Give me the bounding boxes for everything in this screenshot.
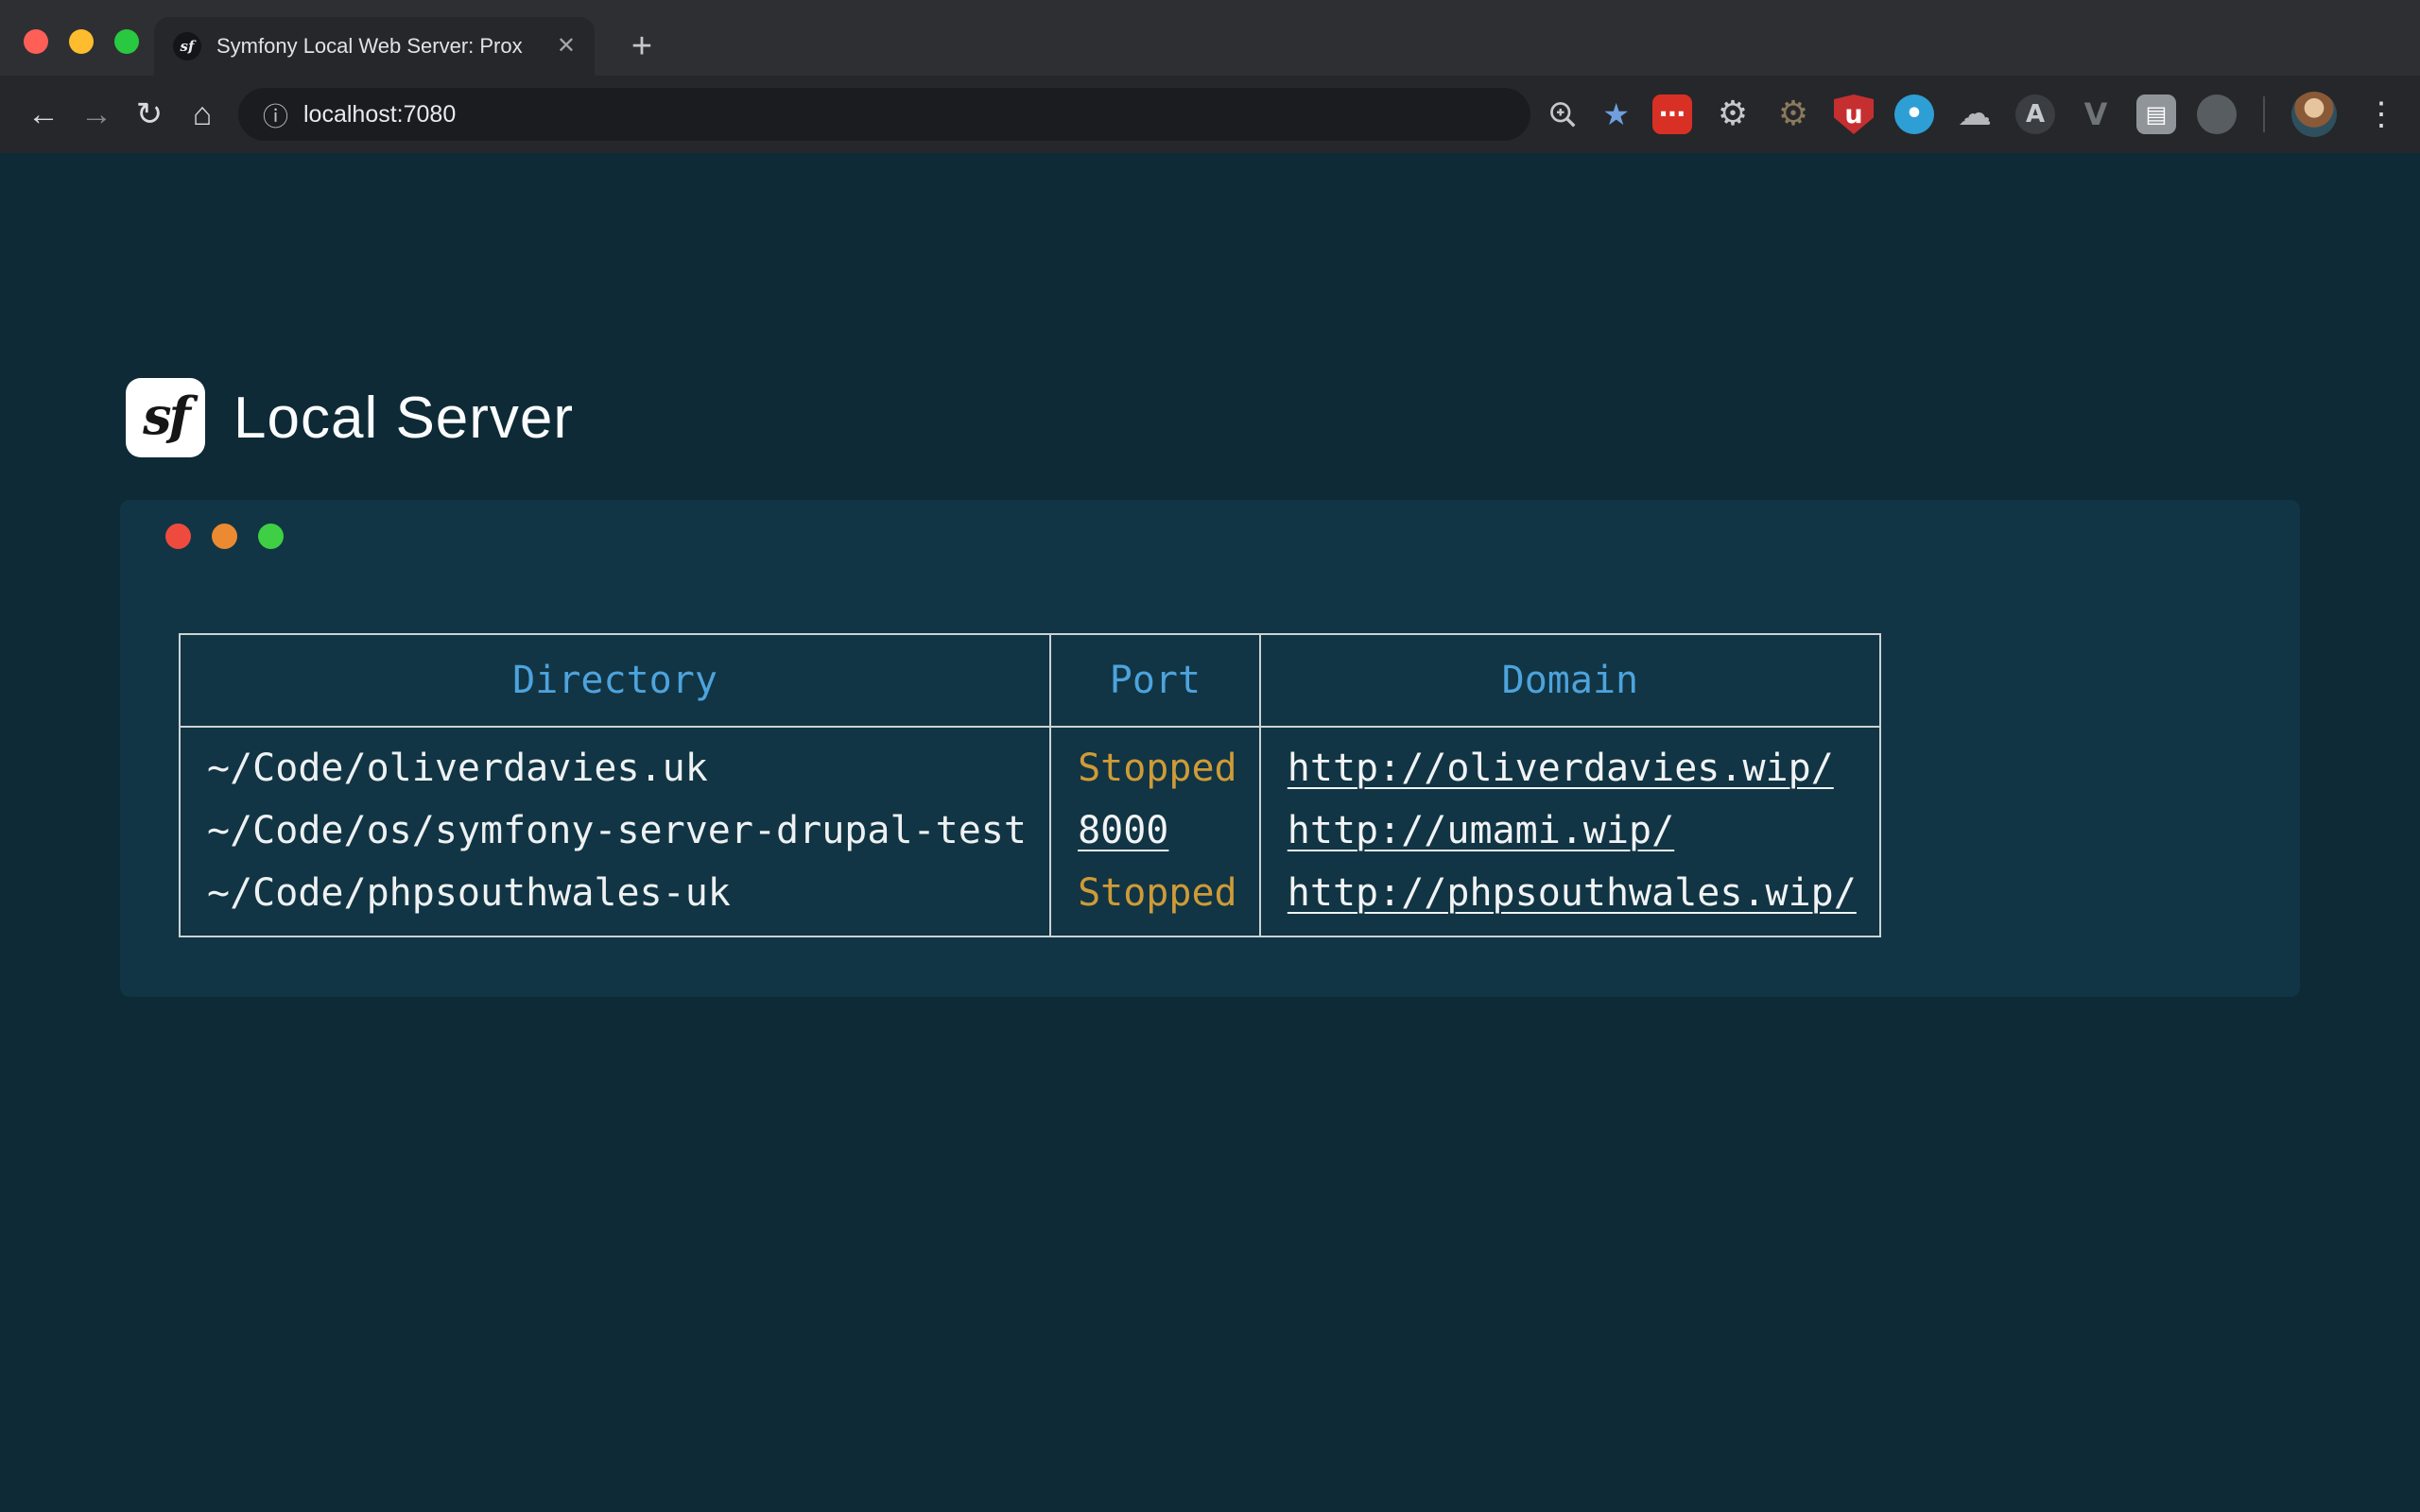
directory-cell: ~/Code/phpsouthwales-uk: [180, 862, 1050, 936]
domain-link[interactable]: http://phpsouthwales.wip/: [1288, 871, 1857, 915]
port-link[interactable]: 8000: [1078, 809, 1168, 852]
table-body: ~/Code/oliverdavies.uk Stopped http://oliv…: [180, 727, 1880, 936]
port-cell: Stopped: [1050, 727, 1260, 799]
traffic-light-zoom[interactable]: [114, 29, 139, 54]
page-content: sf Local Server DirectoryPortDomain ~/Co…: [0, 153, 2420, 1512]
panel-dot-green: [258, 524, 284, 549]
tab-favicon-icon: sf: [173, 32, 201, 60]
address-bar[interactable]: ⓘ localhost:7080: [238, 88, 1530, 141]
server-row: ~/Code/oliverdavies.uk Stopped http://oliv…: [180, 727, 1880, 799]
column-header-domain: Domain: [1260, 634, 1880, 727]
domain-cell: http://oliverdavies.wip/: [1260, 727, 1880, 799]
tab-title: Symfony Local Web Server: Prox: [216, 34, 542, 59]
traffic-light-close[interactable]: [24, 29, 48, 54]
bookmark-star-icon[interactable]: ★: [1602, 99, 1630, 129]
directory-cell: ~/Code/os/symfony-server-drupal-test: [180, 799, 1050, 862]
traffic-light-minimize[interactable]: [69, 29, 94, 54]
panel-dots: [165, 524, 284, 549]
panel-dot-orange: [212, 524, 237, 549]
extension-gear-dark-icon[interactable]: ⚙: [1773, 94, 1813, 134]
extension-cloud-icon[interactable]: ☁: [1955, 94, 1995, 134]
extension-blue-circle-icon[interactable]: •: [1894, 94, 1934, 134]
toolbar-separator: [2263, 96, 2265, 132]
profile-avatar[interactable]: [2291, 92, 2337, 137]
zoom-icon[interactable]: [1546, 97, 1580, 131]
url-text: localhost:7080: [303, 101, 456, 129]
toolbar-right-cluster: ★ ⋯ ⚙ ⚙ u • ☁ AV ▤ ⋮: [1546, 92, 2403, 137]
new-tab-button[interactable]: +: [616, 21, 667, 72]
extension-gray-badge-icon[interactable]: ▤: [2136, 94, 2176, 134]
servers-table: DirectoryPortDomain ~/Code/oliverdavies.…: [179, 633, 1881, 937]
brand-header: sf Local Server: [126, 378, 574, 457]
server-row: ~/Code/os/symfony-server-drupal-test 8000…: [180, 799, 1880, 862]
column-header-port: Port: [1050, 634, 1260, 727]
column-header-directory: Directory: [180, 634, 1050, 727]
server-panel: DirectoryPortDomain ~/Code/oliverdavies.…: [120, 500, 2300, 997]
table-header-row: DirectoryPortDomain: [180, 634, 1880, 727]
extensions-area: ⋯ ⚙ ⚙ u • ☁ AV ▤: [1652, 94, 2237, 134]
server-row: ~/Code/phpsouthwales-uk Stopped http://php…: [180, 862, 1880, 936]
panel-dot-red: [165, 524, 191, 549]
servers-table-wrap: DirectoryPortDomain ~/Code/oliverdavies.…: [179, 633, 1881, 937]
symfony-logo: sf: [126, 378, 205, 457]
domain-link[interactable]: http://oliverdavies.wip/: [1288, 747, 1834, 790]
port-status-stopped: Stopped: [1078, 871, 1237, 915]
extension-gear-light-icon[interactable]: ⚙: [1713, 94, 1753, 134]
home-button[interactable]: ⌂: [176, 88, 229, 141]
browser-toolbar: ← → ↻ ⌂ ⓘ localhost:7080 ★ ⋯ ⚙ ⚙ u • ☁ AV ▤ ⋮: [0, 76, 2420, 153]
browser-tab[interactable]: sf Symfony Local Web Server: Prox ✕: [154, 17, 595, 76]
extension-v-icon[interactable]: V: [2076, 94, 2116, 134]
extension-red-menu-icon[interactable]: ⋯: [1652, 94, 1692, 134]
site-info-icon[interactable]: ⓘ: [263, 96, 288, 133]
extension-octocat-icon[interactable]: [2197, 94, 2237, 134]
domain-link[interactable]: http://umami.wip/: [1288, 809, 1674, 852]
tab-close-icon[interactable]: ✕: [557, 35, 576, 58]
port-cell: Stopped: [1050, 862, 1260, 936]
browser-menu-icon[interactable]: ⋮: [2360, 98, 2403, 130]
domain-cell: http://phpsouthwales.wip/: [1260, 862, 1880, 936]
reload-button[interactable]: ↻: [123, 88, 176, 141]
directory-cell: ~/Code/oliverdavies.uk: [180, 727, 1050, 799]
domain-cell: http://umami.wip/: [1260, 799, 1880, 862]
extension-ublock-icon[interactable]: u: [1834, 94, 1874, 134]
port-status-stopped: Stopped: [1078, 747, 1237, 790]
port-cell: 8000: [1050, 799, 1260, 862]
back-button[interactable]: ←: [17, 88, 70, 141]
page-title: Local Server: [233, 385, 574, 452]
traffic-lights: [24, 29, 139, 54]
extension-letter-a-icon[interactable]: A: [2015, 94, 2055, 134]
forward-button[interactable]: →: [70, 88, 123, 141]
browser-tabstrip: sf Symfony Local Web Server: Prox ✕ +: [0, 0, 2420, 76]
